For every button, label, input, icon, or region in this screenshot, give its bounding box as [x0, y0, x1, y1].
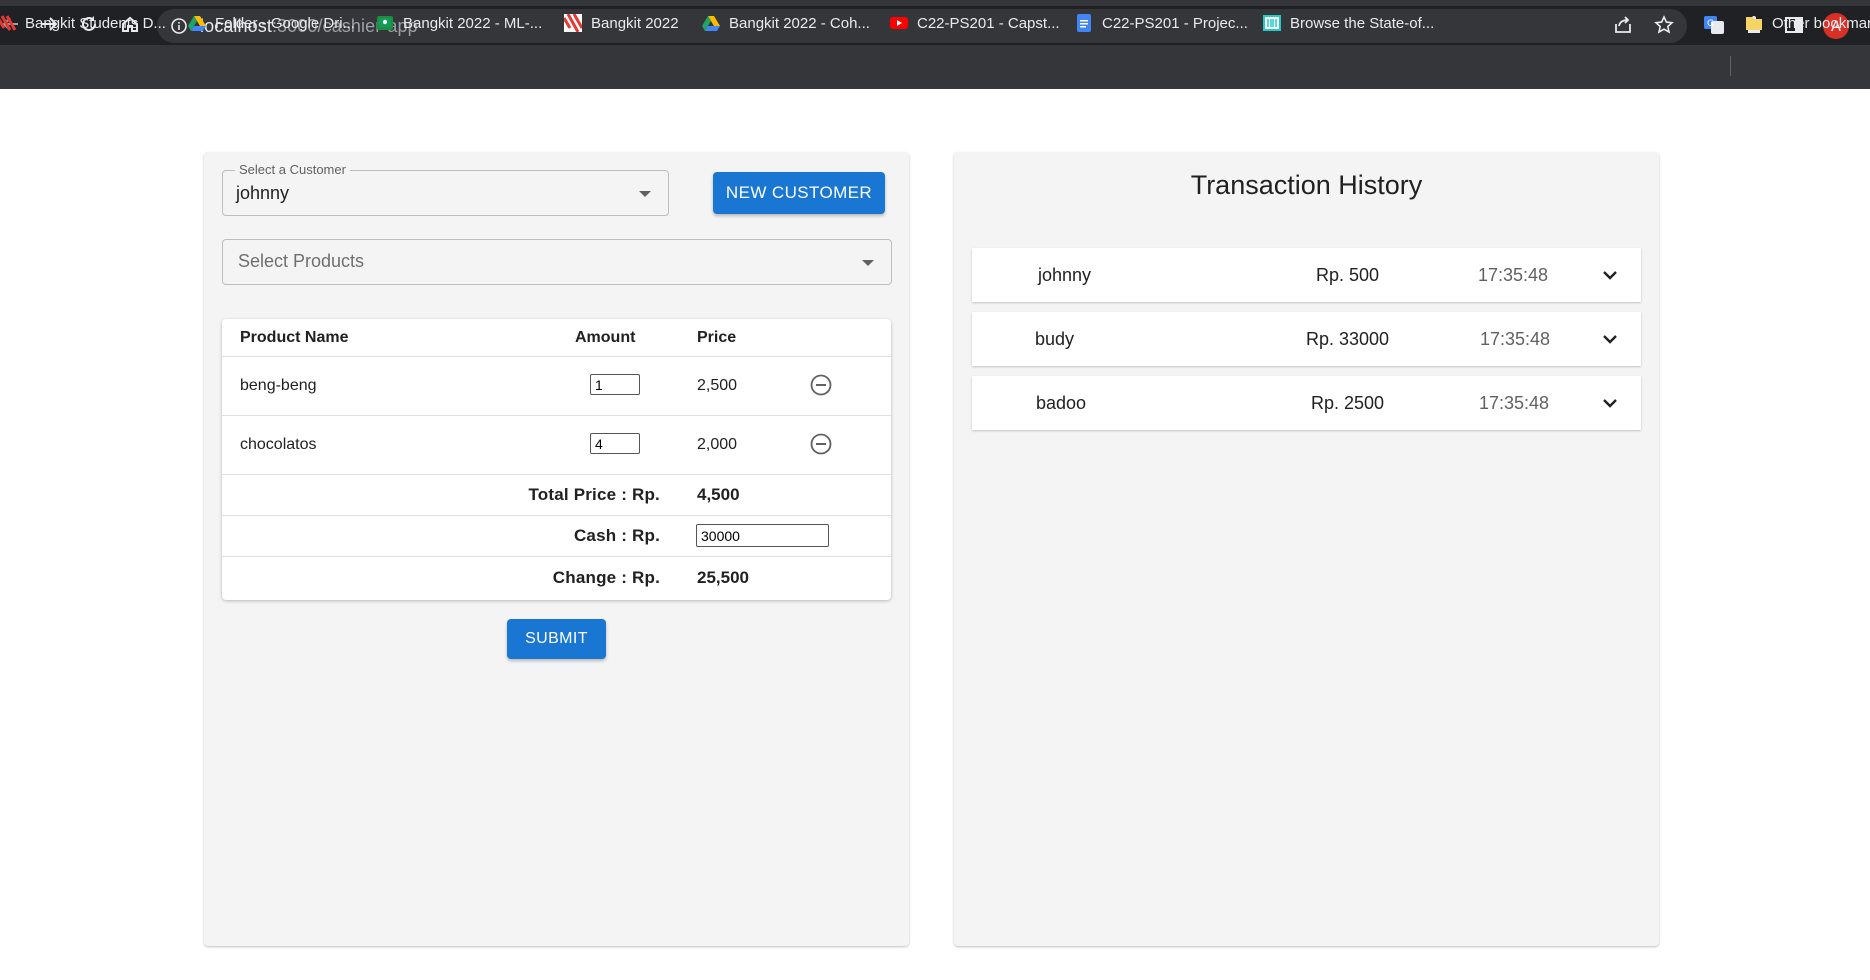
bookmark-label: Bangkit 2022 - ML-... — [403, 14, 543, 32]
bookmark-label: Browse the State-of... — [1290, 14, 1435, 32]
transaction-time: 17:35:48 — [1480, 329, 1551, 349]
cash-row: Cash : Rp. — [222, 515, 891, 557]
papers-with-code-icon — [1263, 15, 1281, 31]
table-row: chocolatos 2,000 — [222, 415, 891, 475]
classroom-icon — [377, 16, 393, 30]
bookmark-label: Bangkit Students D... — [25, 14, 166, 32]
bookmark-item[interactable]: Browse the State-of... — [1263, 13, 1434, 33]
youtube-icon — [890, 17, 908, 29]
bookmark-item[interactable]: Bangkit 2022 — [564, 13, 679, 33]
transaction-amount: Rp. 500 — [1316, 265, 1380, 285]
bookmark-star-icon[interactable] — [1653, 14, 1675, 36]
change-value: 25,500 — [697, 568, 749, 587]
customer-select-label: Select a Customer — [235, 162, 350, 177]
chevron-down-icon — [639, 191, 651, 197]
bangkit-icon — [564, 14, 582, 32]
column-header-amount: Amount — [575, 329, 636, 346]
customer-select-value: johnny — [236, 183, 290, 203]
remove-circle-icon[interactable] — [810, 433, 832, 455]
translate-icon[interactable]: G — [1703, 14, 1725, 36]
column-header-product-name: Product Name — [240, 329, 349, 346]
product-name: chocolatos — [240, 436, 317, 453]
transaction-amount: Rp. 2500 — [1311, 393, 1385, 413]
new-customer-button[interactable]: NEW CUSTOMER — [713, 172, 885, 214]
transaction-customer: johnny — [1038, 265, 1092, 285]
bookmarks-bar — [0, 45, 1870, 89]
transaction-customer: badoo — [1036, 393, 1087, 413]
bookmarks-separator — [1730, 56, 1731, 76]
remove-circle-icon[interactable] — [810, 374, 832, 396]
column-header-price: Price — [697, 329, 737, 346]
other-bookmarks-label: Other bookmarks — [1772, 14, 1870, 32]
total-row: Total Price : Rp. 4,500 — [222, 474, 891, 516]
cart-table: Product Name Amount Price beng-beng 2,50… — [222, 319, 891, 600]
transaction-time: 17:35:48 — [1479, 393, 1550, 413]
submit-button[interactable]: SUBMIT — [507, 619, 606, 659]
transaction-item[interactable]: budy Rp. 33000 17:35:48 — [972, 312, 1641, 366]
products-select[interactable]: Select Products — [222, 239, 892, 285]
expand-chevron-icon[interactable] — [1602, 334, 1618, 344]
other-bookmarks[interactable]: Other bookmarks — [1745, 13, 1870, 33]
product-name: beng-beng — [240, 377, 317, 394]
bookmark-item[interactable]: Folder - Google Dri... — [188, 13, 355, 33]
bookmark-label: Folder - Google Dri... — [215, 14, 356, 32]
product-price: 2,500 — [697, 377, 738, 394]
transaction-time: 17:35:48 — [1478, 265, 1549, 285]
amount-input[interactable] — [590, 433, 640, 454]
google-drive-icon — [188, 16, 206, 31]
svg-text:G: G — [1707, 19, 1714, 29]
bangkit-icon — [0, 15, 16, 31]
tab-strip — [0, 0, 1870, 6]
table-row: beng-beng 2,500 — [222, 356, 891, 416]
expand-chevron-icon[interactable] — [1602, 270, 1618, 280]
product-price: 2,000 — [697, 436, 738, 453]
change-row: Change : Rp. 25,500 — [222, 556, 891, 600]
products-select-placeholder: Select Products — [238, 251, 365, 271]
transaction-item[interactable]: badoo Rp. 2500 17:35:48 — [972, 376, 1641, 430]
transaction-amount: Rp. 33000 — [1306, 329, 1390, 349]
bookmark-item[interactable]: C22-PS201 - Capst... — [890, 13, 1060, 33]
bookmark-label: Bangkit 2022 — [591, 14, 679, 32]
expand-chevron-icon[interactable] — [1602, 398, 1618, 408]
google-docs-icon — [1077, 14, 1091, 32]
bookmark-item[interactable]: Bangkit Students D... — [0, 13, 166, 33]
amount-input[interactable] — [590, 374, 640, 395]
change-label: Change : Rp. — [552, 568, 660, 587]
google-drive-icon — [702, 16, 720, 31]
transaction-customer: budy — [1035, 329, 1075, 349]
bookmark-label: Bangkit 2022 - Coh... — [729, 14, 870, 32]
share-icon[interactable] — [1612, 14, 1634, 36]
cash-label: Cash : Rp. — [573, 526, 660, 545]
history-title: Transaction History — [1190, 170, 1423, 200]
bookmark-label: C22-PS201 - Capst... — [917, 14, 1060, 32]
folder-icon — [1746, 17, 1762, 30]
chevron-down-icon — [862, 260, 874, 266]
bookmark-item[interactable]: C22-PS201 - Projec... — [1075, 13, 1248, 33]
customer-select[interactable]: Select a Customer johnny — [222, 162, 669, 216]
bookmark-label: C22-PS201 - Projec... — [1102, 14, 1248, 32]
total-price-label: Total Price : Rp. — [528, 485, 660, 504]
transaction-item[interactable]: johnny Rp. 500 17:35:48 — [972, 248, 1641, 302]
bookmark-item[interactable]: Bangkit 2022 - Coh... — [702, 13, 870, 33]
cash-input[interactable] — [696, 524, 829, 547]
total-price-value: 4,500 — [697, 485, 740, 504]
table-header-row: Product Name Amount Price — [222, 319, 891, 357]
site-info-icon[interactable] — [170, 17, 188, 35]
bookmark-item[interactable]: Bangkit 2022 - ML-... — [376, 13, 542, 33]
